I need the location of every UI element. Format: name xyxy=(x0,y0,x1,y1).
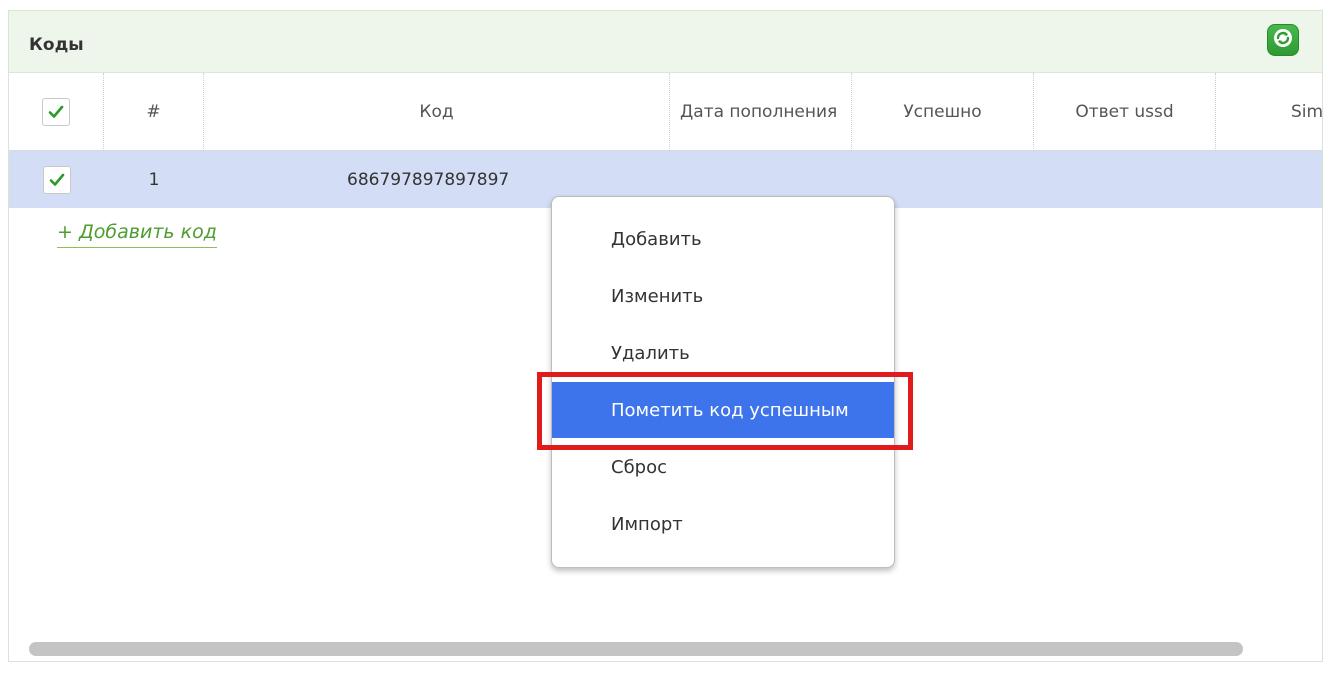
horizontal-scrollbar[interactable] xyxy=(29,642,1243,656)
refresh-button[interactable] xyxy=(1267,24,1299,56)
column-header-date[interactable]: Дата пополнения xyxy=(670,73,852,151)
row-number: 1 xyxy=(148,169,160,190)
row-checkbox[interactable] xyxy=(42,165,71,194)
menu-item-delete[interactable]: Удалить xyxy=(552,325,894,381)
column-header-ussd[interactable]: Ответ ussd xyxy=(1034,73,1216,151)
menu-item-reset[interactable]: Сброс xyxy=(552,439,894,495)
checkmark-icon xyxy=(49,173,64,186)
row-checkbox-cell xyxy=(9,151,104,208)
add-code-link[interactable]: + Добавить код xyxy=(57,221,217,248)
select-all-column xyxy=(9,73,104,151)
grid-header: # Код Дата пополнения Успешно Ответ ussd… xyxy=(9,73,1322,151)
menu-item-import[interactable]: Импорт xyxy=(552,496,894,552)
panel-header: Коды xyxy=(9,11,1322,73)
checkmark-icon xyxy=(48,105,64,118)
context-menu: Добавить Изменить Удалить Пометить код у… xyxy=(551,196,895,568)
column-header-code[interactable]: Код xyxy=(204,73,670,151)
refresh-icon xyxy=(1272,27,1294,53)
menu-item-edit[interactable]: Изменить xyxy=(552,268,894,324)
column-header-sim[interactable]: Sim xyxy=(1216,73,1322,151)
select-all-checkbox[interactable] xyxy=(42,98,70,126)
column-header-success[interactable]: Успешно xyxy=(852,73,1034,151)
menu-item-mark-successful[interactable]: Пометить код успешным xyxy=(552,382,894,438)
panel-title: Коды xyxy=(29,35,84,55)
column-header-number[interactable]: # xyxy=(104,73,204,151)
menu-item-add[interactable]: Добавить xyxy=(552,211,894,267)
